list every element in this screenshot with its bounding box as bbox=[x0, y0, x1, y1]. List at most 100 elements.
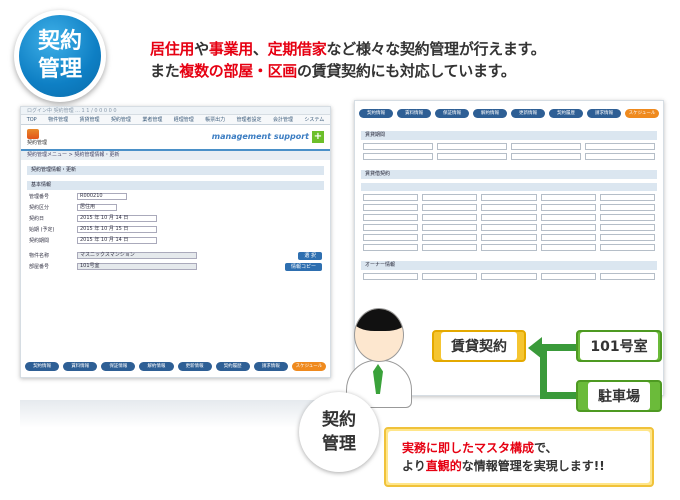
tab-button[interactable]: 契約情報 bbox=[359, 109, 393, 118]
brand: management support + bbox=[212, 131, 324, 143]
parking-label-box: 駐車場 bbox=[576, 380, 662, 412]
room-label-box: 101号室 bbox=[576, 330, 662, 362]
menu-item[interactable]: 経理管理 bbox=[174, 115, 194, 124]
table-row bbox=[363, 224, 656, 231]
tab-button[interactable]: 契約履歴 bbox=[215, 362, 250, 371]
badge-circle: 契約 管理 bbox=[19, 15, 101, 97]
person-hair bbox=[355, 309, 403, 331]
tab-button[interactable]: 請求情報 bbox=[587, 109, 621, 118]
badge2-line1: 契約 bbox=[322, 410, 356, 430]
person-head bbox=[354, 308, 404, 362]
headline-seg: 事業用 bbox=[208, 40, 253, 58]
app-title: 契約管理 bbox=[27, 139, 48, 146]
promo-stage: 契約 管理 居住用や事業用、定期借家など様々な契約管理が行えます。 また複数の部… bbox=[0, 0, 680, 500]
contract-label-box: 賃貸契約 bbox=[432, 330, 526, 362]
topbar: ログイン中 契約管理 ... 1 1 / 0 0 0 0 0 bbox=[21, 107, 330, 115]
schedule-tab-button[interactable]: スケジュール bbox=[625, 109, 659, 118]
section-title: 基本情報 bbox=[27, 181, 324, 190]
callout-inner: 実務に即したマスタ構成で、 より直観的な情報管理を実現します!! bbox=[388, 431, 650, 483]
tab-button[interactable]: 解約情報 bbox=[139, 362, 174, 371]
headline-seg: 居住用 bbox=[150, 40, 195, 58]
app-logo-icon bbox=[27, 128, 39, 139]
room-label: 101号室 bbox=[580, 332, 658, 360]
tab-button[interactable]: 契約履歴 bbox=[549, 109, 583, 118]
arrow-connector bbox=[546, 344, 576, 351]
field-label: 始期 (予定) bbox=[29, 227, 55, 233]
form-row: 始期 (予定) 2015 年 10 月 15 日 bbox=[29, 225, 322, 234]
headline-seg: など様々な契約管理が行えます。 bbox=[326, 40, 546, 58]
top-tab-bar: 契約情報 賃料情報 保証情報 解約情報 更新情報 契約履歴 請求情報 スケジュー… bbox=[359, 109, 659, 118]
parking-label: 駐車場 bbox=[588, 382, 650, 410]
headline-seg: また bbox=[150, 62, 180, 80]
select-button[interactable]: 選 択 bbox=[298, 251, 322, 260]
menu-item[interactable]: 管理者設定 bbox=[237, 115, 262, 124]
headline: 居住用や事業用、定期借家など様々な契約管理が行えます。 また複数の部屋・区画の賃… bbox=[150, 38, 546, 82]
tab-button[interactable]: 更新情報 bbox=[177, 362, 212, 371]
callout-emph: 実務に即したマスタ構成 bbox=[402, 441, 535, 455]
menu-item[interactable]: TOP bbox=[27, 115, 37, 124]
arrow-connector bbox=[540, 392, 576, 399]
menu-item[interactable]: システム bbox=[304, 115, 324, 124]
field-label: 管理番号 bbox=[29, 194, 50, 200]
section-title: 賃貸期間 bbox=[361, 131, 657, 140]
table-row bbox=[363, 234, 656, 241]
menu-item[interactable]: 会計管理 bbox=[273, 115, 293, 124]
schedule-tab-button[interactable]: スケジュール bbox=[291, 362, 326, 371]
headline-line2: また複数の部屋・区画の賃貸契約にも対応しています。 bbox=[150, 60, 545, 82]
app-header: 契約管理 management support + bbox=[21, 125, 330, 151]
tab-button[interactable]: 賃料情報 bbox=[397, 109, 431, 118]
tab-button[interactable]: 解約情報 bbox=[473, 109, 507, 118]
menu-item[interactable]: 業者管理 bbox=[142, 115, 162, 124]
copy-button[interactable]: 情報コピー bbox=[284, 262, 322, 271]
form-row: 契約区分 居住用 bbox=[29, 203, 322, 212]
headline-seg: の賃貸契約にも対応しています。 bbox=[297, 62, 516, 80]
form-row: 物件名称 マスニックスマンション 選 択 bbox=[29, 251, 322, 260]
contract-form-screenshot: ログイン中 契約管理 ... 1 1 / 0 0 0 0 0 TOP 物件管理 … bbox=[20, 106, 331, 378]
table-header bbox=[361, 183, 657, 191]
form-row: 契約期間 2015 年 10 月 14 日 bbox=[29, 236, 322, 245]
field-label: 契約区分 bbox=[29, 205, 50, 211]
tab-button[interactable]: 更新情報 bbox=[511, 109, 545, 118]
form-row: 部屋番号 101号室 情報コピー bbox=[29, 262, 322, 271]
menu-item[interactable]: 契約管理 bbox=[111, 115, 131, 124]
badge2-line2: 管理 bbox=[322, 434, 356, 454]
tab-button[interactable]: 賃料情報 bbox=[63, 362, 98, 371]
tab-button[interactable]: 保証情報 bbox=[101, 362, 136, 371]
badge-line1: 契約 bbox=[37, 29, 82, 54]
contract-management-badge: 契約 管理 bbox=[14, 10, 106, 102]
field-label: 契約期間 bbox=[29, 238, 50, 244]
callout-emph: 直観的 bbox=[425, 459, 462, 473]
form-row bbox=[363, 143, 655, 150]
field-date[interactable]: 2015 年 10 月 14 日 bbox=[77, 237, 157, 244]
callout-line2: より直観的な情報管理を実現します!! bbox=[402, 457, 650, 475]
breadcrumb: 契約管理メニュー > 契約管理情報・更新 bbox=[21, 151, 330, 160]
field-input[interactable]: R000210 bbox=[77, 193, 127, 200]
form-row: 契約日 2015 年 10 月 14 日 bbox=[29, 214, 322, 223]
contract-management-badge-small: 契約 管理 bbox=[299, 392, 379, 472]
menu-item[interactable]: 物件管理 bbox=[48, 115, 68, 124]
callout-text: より bbox=[402, 459, 426, 473]
badge-line2: 管理 bbox=[37, 57, 82, 82]
tab-button[interactable]: 請求情報 bbox=[253, 362, 288, 371]
field-date[interactable]: 2015 年 10 月 15 日 bbox=[77, 226, 157, 233]
form-row bbox=[363, 153, 655, 160]
table-row bbox=[363, 244, 656, 251]
menu-item[interactable]: 帳票出力 bbox=[205, 115, 225, 124]
tab-button[interactable]: 契約情報 bbox=[25, 362, 60, 371]
tab-button[interactable]: 保証情報 bbox=[435, 109, 469, 118]
menu-item[interactable]: 賃貸管理 bbox=[80, 115, 100, 124]
callout-text: で、 bbox=[534, 441, 558, 455]
field-label: 物件名称 bbox=[29, 253, 50, 259]
field-select[interactable]: 居住用 bbox=[77, 204, 117, 211]
main-menu: TOP 物件管理 賃貸管理 契約管理 業者管理 経理管理 帳票出力 管理者設定 … bbox=[21, 115, 330, 125]
section-title: オーナー情報 bbox=[361, 261, 657, 270]
headline-seg: 定期借家 bbox=[267, 40, 327, 58]
contract-label: 賃貸契約 bbox=[441, 332, 517, 360]
section-title: 契約管理情報・更新 bbox=[27, 166, 324, 175]
headline-seg: や bbox=[194, 40, 209, 58]
plus-icon: + bbox=[312, 131, 324, 143]
brand-text: management support bbox=[211, 132, 309, 141]
form-row: 管理番号 R000210 bbox=[29, 192, 322, 201]
field-date[interactable]: 2015 年 10 月 14 日 bbox=[77, 215, 157, 222]
table-row bbox=[363, 194, 656, 201]
